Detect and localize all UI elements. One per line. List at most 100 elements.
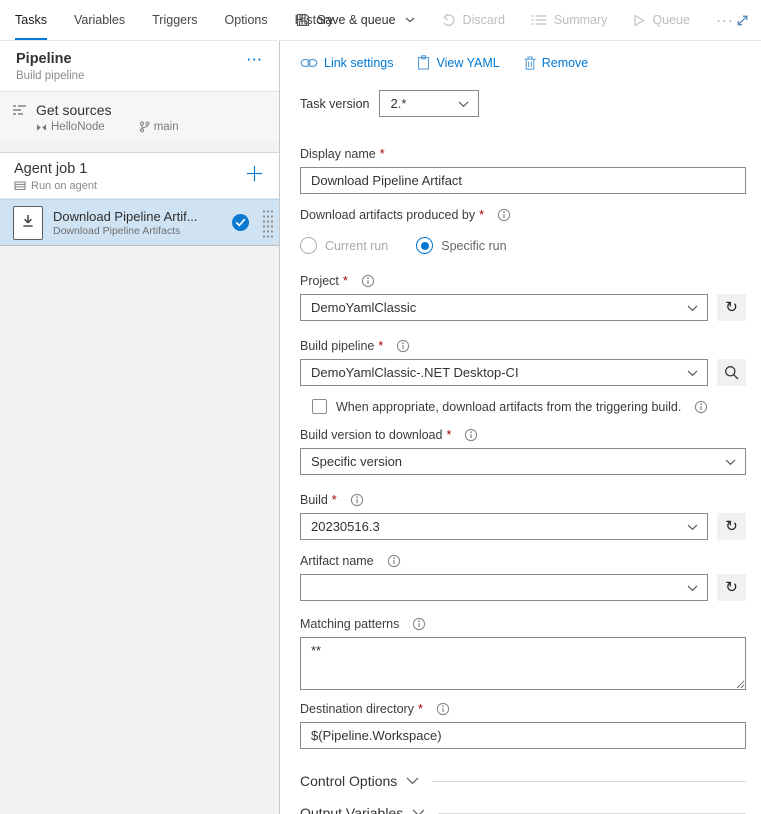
task-item-download-pipeline-artifact[interactable]: Download Pipeline Artif... Download Pipe… [0,199,279,246]
info-icon[interactable] [396,339,410,353]
chevron-down-icon [458,101,469,108]
repo-name: HelloNode [36,121,105,133]
pipeline-header: Pipeline Build pipeline ··· [0,41,279,92]
refresh-project-button[interactable]: ↻ [717,294,746,321]
radio-current-run[interactable]: Current run [300,237,388,254]
info-icon[interactable] [387,554,401,568]
section-divider [438,813,746,814]
radio-specific-run[interactable]: Specific run [416,237,506,254]
get-sources-item[interactable]: Get sources HelloNode main [0,92,279,142]
link-icon [300,57,318,69]
summary-button[interactable]: Summary [531,13,607,27]
refresh-build-button[interactable]: ↻ [717,513,746,540]
more-actions-button[interactable]: ··· [716,12,734,29]
info-icon[interactable] [361,274,375,288]
pipeline-sidebar: Pipeline Build pipeline ··· Get sources … [0,41,280,814]
info-icon[interactable] [694,400,708,414]
display-name-input[interactable] [300,167,746,194]
pipeline-tabs: Tasks Variables Triggers Options History [0,0,272,40]
branch-name: main [139,121,179,133]
pipeline-title: Pipeline [16,51,84,68]
chevron-down-icon [406,777,419,785]
matching-patterns-textarea[interactable]: ** [300,637,746,690]
info-icon[interactable] [497,208,511,222]
download-artifact-task-icon [13,206,43,240]
task-version-label: Task version [300,97,369,111]
pipeline-menu-button[interactable]: ··· [247,51,263,68]
save-icon [296,13,310,27]
undo-icon [441,13,456,27]
agent-job-subtitle: Run on agent [31,180,97,192]
azure-repos-icon [36,123,47,132]
task-selected-check-icon [232,214,249,231]
trash-icon [524,56,536,70]
info-icon[interactable] [350,493,364,507]
task-version-select[interactable]: 2.* [379,90,479,117]
tab-options[interactable]: Options [225,0,268,40]
agent-job-header[interactable]: Agent job 1 Run on agent [0,152,279,199]
matching-patterns-label: Matching patterns [300,617,399,631]
build-label: Build [300,493,328,507]
chevron-down-icon [687,370,698,377]
queue-button[interactable]: Queue [633,13,690,27]
chevron-down-icon [687,585,698,592]
sidebar-gap [0,142,279,152]
build-select[interactable]: 20230516.3 [300,513,708,540]
triggering-build-checkbox[interactable] [312,399,327,414]
toolbar-commands: Save & queue Discard Summary Queue ··· [296,0,734,40]
artifact-name-label: Artifact name [300,554,374,568]
radio-circle [300,237,317,254]
clipboard-icon [417,55,430,70]
task-actions: Link settings View YAML Remove [300,55,761,70]
discard-button[interactable]: Discard [441,13,505,27]
project-select[interactable]: DemoYamlClassic [300,294,708,321]
remove-task-button[interactable]: Remove [524,56,589,70]
get-sources-label: Get sources [36,102,267,118]
add-task-button[interactable] [244,163,265,184]
task-title: Download Pipeline Artif... [53,209,222,224]
agent-icon [14,181,26,192]
tab-tasks[interactable]: Tasks [15,0,47,40]
save-and-queue-button[interactable]: Save & queue [296,13,415,27]
destination-directory-label: Destination directory [300,702,414,716]
build-pipeline-label: Build pipeline [300,339,374,353]
build-version-select[interactable]: Specific version [300,448,746,475]
tab-variables[interactable]: Variables [74,0,125,40]
info-icon[interactable] [436,702,450,716]
destination-directory-input[interactable] [300,722,746,749]
agent-job-title: Agent job 1 [14,161,97,178]
info-icon[interactable] [412,617,426,631]
chevron-down-icon [687,524,698,531]
build-pipeline-select[interactable]: DemoYamlClassic-.NET Desktop-CI [300,359,708,386]
refresh-artifact-button[interactable]: ↻ [717,574,746,601]
task-settings-panel: Link settings View YAML Remove Task vers… [280,41,761,814]
fullscreen-expand-icon[interactable] [734,0,751,40]
display-name-label: Display name [300,147,376,161]
produced-by-label: Download artifacts produced by [300,208,475,222]
tab-triggers[interactable]: Triggers [152,0,197,40]
section-divider [432,781,746,782]
view-yaml-button[interactable]: View YAML [417,55,499,70]
artifact-name-select[interactable] [300,574,708,601]
task-drag-handle[interactable] [261,208,273,238]
chevron-down-icon [725,459,736,466]
output-variables-section[interactable]: Output Variables [300,805,746,814]
top-toolbar: Tasks Variables Triggers Options History… [0,0,761,41]
task-subtitle: Download Pipeline Artifacts [53,225,222,237]
chevron-down-icon [412,809,425,814]
info-icon[interactable] [464,428,478,442]
chevron-down-icon [687,305,698,312]
project-label: Project [300,274,339,288]
link-settings-button[interactable]: Link settings [300,56,393,70]
sources-icon [12,104,27,133]
radio-circle-checked [416,237,433,254]
triggering-build-label: When appropriate, download artifacts fro… [336,400,681,414]
search-build-pipeline-button[interactable] [717,359,746,386]
pipeline-subtitle: Build pipeline [16,70,84,82]
branch-icon [139,121,150,133]
chevron-down-icon [405,17,415,23]
control-options-section[interactable]: Control Options [300,773,746,789]
list-icon [531,14,547,26]
play-icon [633,14,645,27]
build-version-label: Build version to download [300,428,442,442]
